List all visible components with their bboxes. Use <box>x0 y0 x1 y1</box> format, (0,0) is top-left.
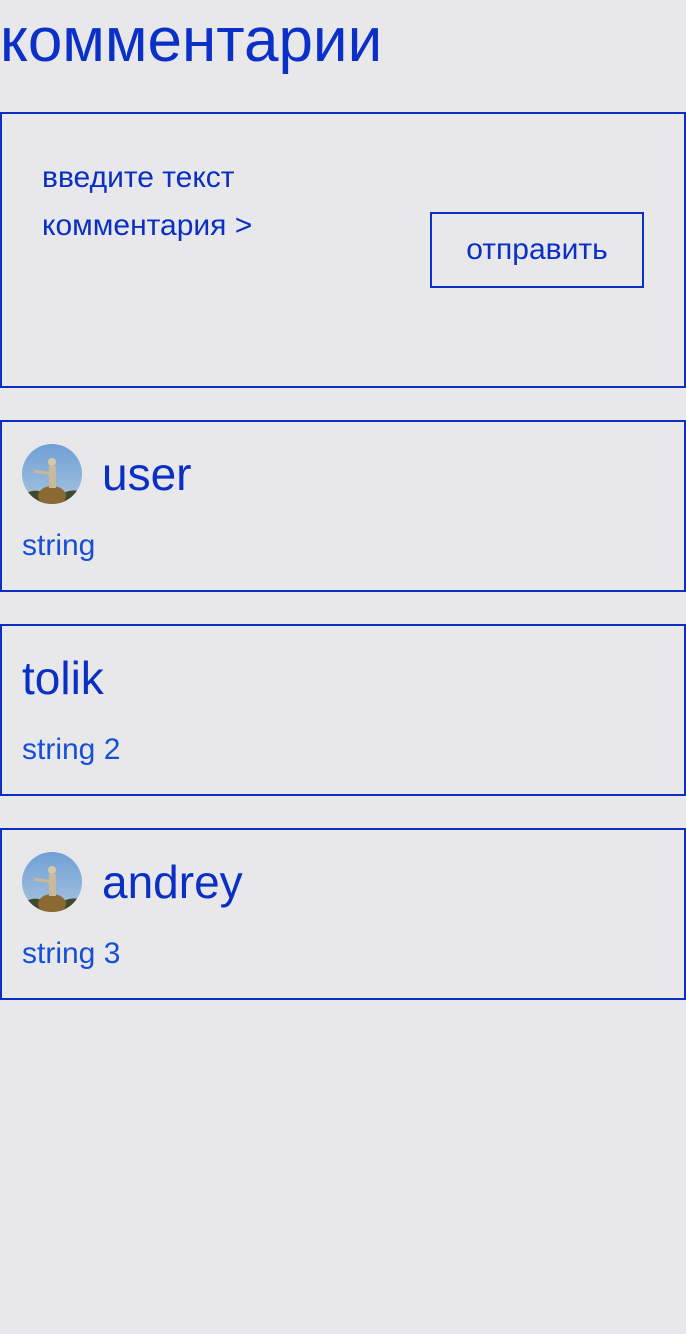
page-title: комментарии <box>0 6 383 75</box>
avatar-photo-icon <box>22 852 82 912</box>
comment-text: string <box>22 529 96 562</box>
comment-card: tolik string 2 <box>0 624 686 796</box>
avatar-photo-icon <box>22 444 82 504</box>
comment-card: user string <box>0 420 686 592</box>
comment-composer: отправить <box>0 112 686 388</box>
comment-card: andrey string 3 <box>0 828 686 1000</box>
comment-author: tolik <box>22 652 104 704</box>
comment-input[interactable] <box>42 154 272 350</box>
send-button[interactable]: отправить <box>430 212 644 288</box>
avatar[interactable] <box>22 852 82 912</box>
comment-author: user <box>102 448 192 500</box>
avatar[interactable] <box>22 444 82 504</box>
comment-author: andrey <box>102 856 243 908</box>
comment-text: string 2 <box>22 733 121 766</box>
comment-text: string 3 <box>22 937 121 970</box>
